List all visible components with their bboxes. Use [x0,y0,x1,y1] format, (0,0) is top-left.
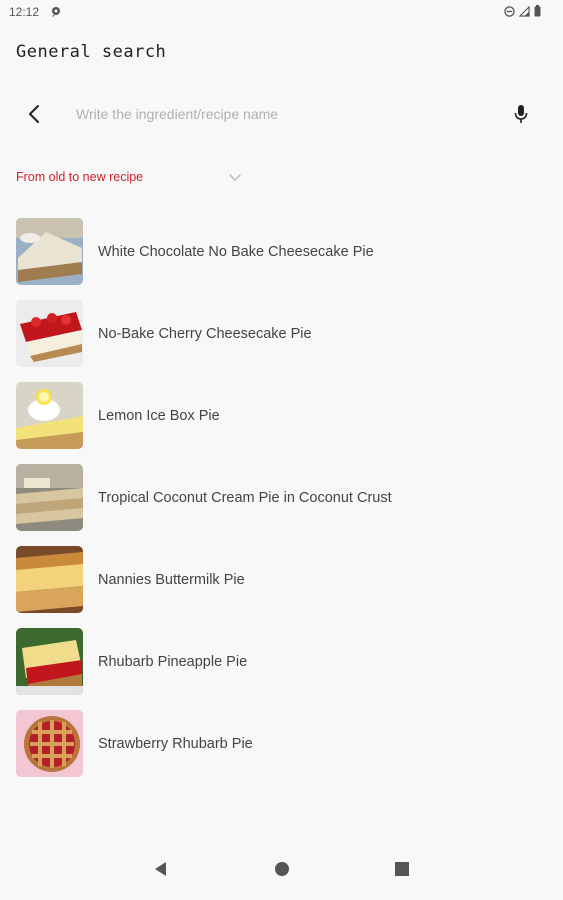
circle-home-icon [275,862,289,876]
recipe-name: Lemon Ice Box Pie [98,408,220,424]
recipe-list-item[interactable]: Nannies Buttermilk Pie [0,540,563,622]
square-recents-icon [395,862,409,876]
recipe-name: No-Bake Cherry Cheesecake Pie [98,326,312,342]
nav-recents-button[interactable] [387,854,417,884]
recipe-thumbnail [16,218,83,285]
sort-selected-label: From old to new recipe [16,170,144,184]
notification-icon [52,7,60,17]
recipe-name: Nannies Buttermilk Pie [98,572,245,588]
recipe-thumbnail [16,628,83,695]
system-nav-bar [0,840,563,900]
recipe-name: Tropical Coconut Cream Pie in Coconut Cr… [98,490,392,506]
recipe-thumbnail [16,546,83,613]
do-not-disturb-icon [504,5,515,17]
status-icons [504,5,541,17]
sort-dropdown[interactable]: From old to new recipe [16,166,246,190]
recipe-thumbnail [16,464,83,531]
mic-button[interactable] [508,101,534,127]
recipe-thumbnail [16,710,83,777]
back-button[interactable] [18,98,50,130]
recipe-name: Rhubarb Pineapple Pie [98,654,248,670]
recipe-thumbnail [16,300,83,367]
recipe-list-item[interactable]: Strawberry Rhubarb Pie [0,704,563,786]
recipe-name: White Chocolate No Bake Cheesecake Pie [98,244,374,260]
battery-icon [534,5,541,17]
recipe-name: Strawberry Rhubarb Pie [98,736,253,752]
recipe-list-item[interactable]: No-Bake Cherry Cheesecake Pie [0,294,563,376]
signal-icon [519,5,530,17]
status-time: 12:12 [9,5,40,19]
nav-home-button[interactable] [267,854,297,884]
nav-back-button[interactable] [146,854,176,884]
chevron-down-icon [229,174,241,182]
microphone-icon [514,105,528,123]
search-input[interactable] [74,100,488,128]
recipe-list-item[interactable]: Tropical Coconut Cream Pie in Coconut Cr… [0,458,563,540]
recipe-list-item[interactable]: White Chocolate No Bake Cheesecake Pie [0,212,563,294]
chevron-left-icon [29,105,39,123]
recipe-list-item[interactable]: Rhubarb Pineapple Pie [0,622,563,704]
status-bar: 12:12 [0,0,563,26]
page-title: General search [16,42,167,62]
triangle-back-icon [155,862,166,876]
search-bar [0,88,563,138]
recipe-thumbnail [16,382,83,449]
recipe-list-item[interactable]: Lemon Ice Box Pie [0,376,563,458]
